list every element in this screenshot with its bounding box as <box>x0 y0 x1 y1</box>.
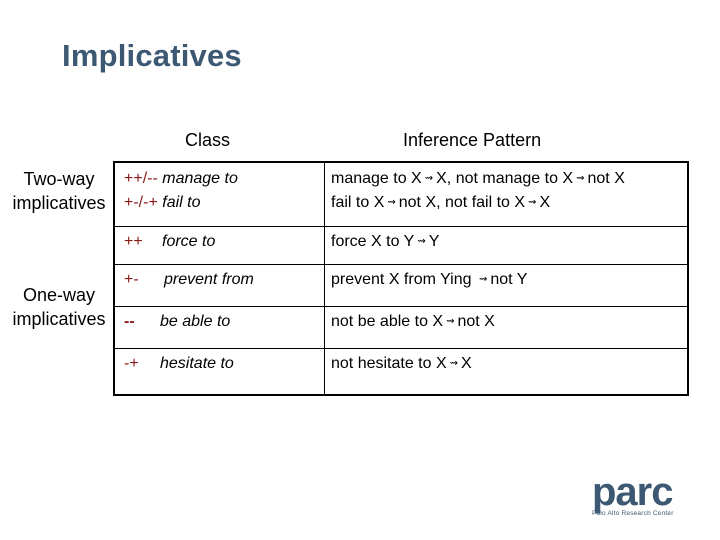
implicatives-table: ++/-- manage to +-/-+ fail to manage to … <box>113 161 689 396</box>
inference-text: not X, not fail to X <box>398 194 526 211</box>
row-divider <box>115 264 687 265</box>
logo-wordmark: parc <box>592 470 673 514</box>
polarity-sign: ++ <box>124 233 143 250</box>
row-divider <box>115 306 687 307</box>
column-header-class: Class <box>185 130 231 150</box>
table-row-able-class: -- be able to <box>124 310 230 334</box>
parc-logo: parc Palo Alto Research Center <box>592 470 674 517</box>
slide-title: Implicatives <box>62 38 242 73</box>
inference-text: not Y <box>490 271 528 288</box>
inference-text: Y <box>428 233 440 250</box>
polarity-sign: ++/-- <box>124 170 158 187</box>
table-row-manage-inference: manage to X ⇝ X, not manage to X ⇝ not X fai… <box>331 167 625 215</box>
column-header-inference: Inference Pattern <box>403 130 542 150</box>
polarity-sign: +- <box>124 271 139 288</box>
polarity-sign: -- <box>124 313 135 330</box>
table-row-prevent-inference: prevent X from Ying ⇝ not Y <box>331 268 527 292</box>
row-group-label-line2: implicatives <box>12 193 106 213</box>
table-row-able-inference: not be able to X ⇝ not X <box>331 310 495 334</box>
row-group-label-line1: Two-way <box>23 169 95 189</box>
row-divider <box>115 226 687 227</box>
inference-text: prevent X from Ying <box>331 271 476 288</box>
inference-text: X, not manage to X <box>436 170 574 187</box>
implies-arrow-icon: ⇝ <box>528 197 537 208</box>
inference-text: X <box>461 355 472 372</box>
inference-text: not be able to X <box>331 313 444 330</box>
row-group-two-way: Two-way implicatives <box>6 167 112 215</box>
inference-text: manage to X <box>331 170 422 187</box>
polarity-sign: +-/-+ <box>124 194 158 211</box>
implies-arrow-icon: ⇝ <box>576 173 585 184</box>
row-divider <box>115 348 687 349</box>
table-row-hesitate-inference: not hesitate to X ⇝ X <box>331 352 472 376</box>
table-row-prevent-class: +- prevent from <box>124 268 254 292</box>
row-group-one-way: One-way implicatives <box>6 283 112 331</box>
implies-arrow-icon: ⇝ <box>449 358 459 369</box>
implies-arrow-icon: ⇝ <box>387 197 396 208</box>
implies-arrow-icon: ⇝ <box>424 173 434 184</box>
verb-phrase: force to <box>162 233 216 250</box>
inference-text: force X to Y <box>331 233 415 250</box>
verb-phrase: manage to <box>162 170 238 187</box>
implies-arrow-icon: ⇝ <box>446 316 455 327</box>
verb-phrase: be able to <box>160 313 231 330</box>
row-group-label-line1: One-way <box>22 285 96 305</box>
table-row-force-inference: force X to Y ⇝ Y <box>331 230 439 254</box>
verb-phrase: hesitate to <box>160 355 234 372</box>
column-divider <box>324 163 325 394</box>
logo-subtitle: Palo Alto Research Center <box>592 510 674 517</box>
table-row-manage-class: ++/-- manage to +-/-+ fail to <box>124 167 238 215</box>
inference-text: X <box>539 194 551 211</box>
table-row-force-class: ++ force to <box>124 230 215 254</box>
verb-phrase: fail to <box>162 194 201 211</box>
implies-arrow-icon: ⇝ <box>478 274 488 285</box>
verb-phrase: prevent from <box>164 271 254 288</box>
polarity-sign: -+ <box>124 355 139 372</box>
inference-text: not X <box>457 313 495 330</box>
implies-arrow-icon: ⇝ <box>417 236 426 247</box>
inference-text: not hesitate to X <box>331 355 447 372</box>
row-group-label-line2: implicatives <box>12 309 106 329</box>
table-row-hesitate-class: -+ hesitate to <box>124 352 234 376</box>
inference-text: not X <box>587 170 625 187</box>
inference-text: fail to X <box>331 194 385 211</box>
